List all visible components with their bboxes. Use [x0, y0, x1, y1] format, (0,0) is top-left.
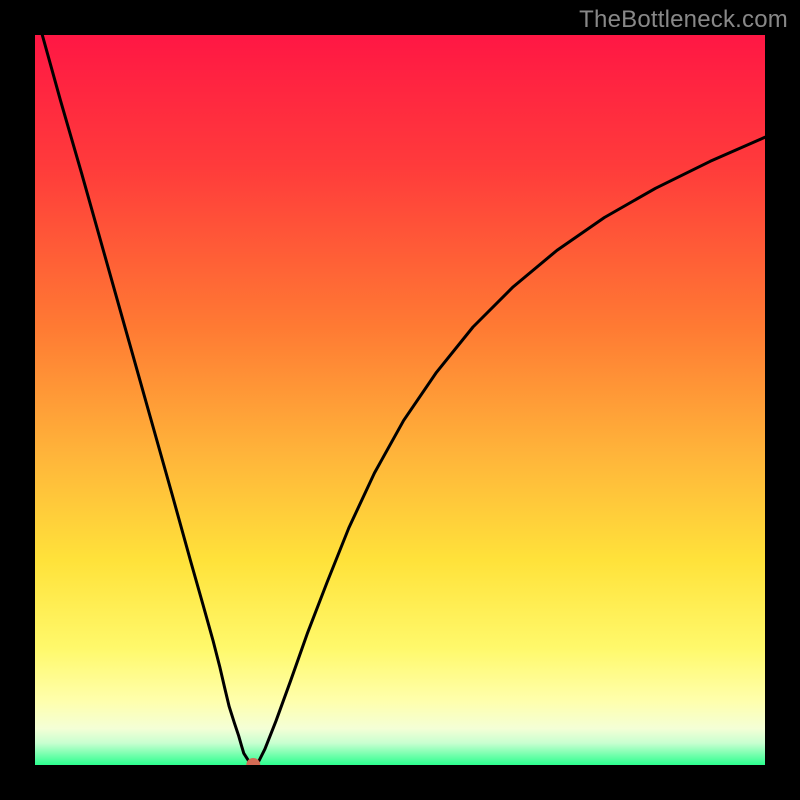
bottleneck-curve	[42, 35, 765, 765]
watermark-text: TheBottleneck.com	[579, 6, 788, 34]
curve-layer	[35, 35, 765, 765]
chart-frame: TheBottleneck.com	[0, 0, 800, 800]
plot-area	[35, 35, 765, 765]
